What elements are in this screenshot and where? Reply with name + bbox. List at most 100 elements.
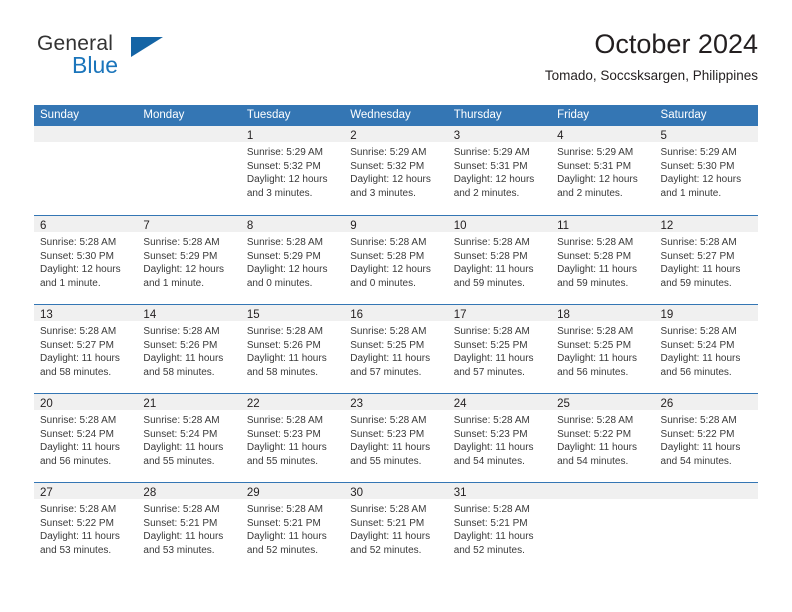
calendar-page: General Blue October 2024 Tomado, Soccsk… — [0, 0, 792, 612]
calendar-day-cell[interactable]: 8 Sunrise: 5:28 AM Sunset: 5:29 PM Daylight… — [240, 216, 345, 304]
day-number-band — [654, 483, 758, 499]
sunrise-text: Sunrise: 5:28 AM — [350, 415, 427, 426]
day-number-band: 23 — [344, 394, 448, 410]
sunrise-text: Sunrise: 5:28 AM — [557, 415, 634, 426]
day-number-band: 7 — [137, 216, 241, 232]
calendar-day-cell[interactable]: 16 Sunrise: 5:28 AM Sunset: 5:25 PM Dayligh… — [344, 305, 448, 393]
daylight-text-line2: and 55 minutes. — [143, 455, 215, 467]
page-header: General Blue October 2024 Tomado, Soccsk… — [34, 28, 758, 98]
calendar-day-cell[interactable]: 6 Sunrise: 5:28 AM Sunset: 5:30 PM Daylight… — [34, 216, 138, 304]
sunrise-text: Sunrise: 5:28 AM — [143, 237, 220, 248]
calendar-day-cell[interactable]: 4 Sunrise: 5:29 AM Sunset: 5:31 PM Daylight… — [551, 126, 655, 215]
calendar-day-cell[interactable]: 12 Sunrise: 5:28 AM Sunset: 5:27 PM Dayligh… — [654, 216, 758, 304]
calendar-week-row: 6 Sunrise: 5:28 AM Sunset: 5:30 PM Daylight… — [34, 215, 758, 304]
calendar-day-cell[interactable]: 28 Sunrise: 5:28 AM Sunset: 5:21 PM Dayligh… — [137, 483, 241, 571]
calendar-day-cell[interactable]: 25 Sunrise: 5:28 AM Sunset: 5:22 PM Dayligh… — [551, 394, 655, 482]
day-number: 2 — [350, 130, 357, 142]
day-sun-info: Sunrise: 5:28 AM Sunset: 5:27 PM Daylight:… — [34, 321, 137, 379]
calendar-day-cell[interactable]: 23 Sunrise: 5:28 AM Sunset: 5:23 PM Dayligh… — [344, 394, 448, 482]
sunrise-text: Sunrise: 5:28 AM — [143, 504, 220, 515]
daylight-text-line2: and 57 minutes. — [453, 366, 525, 378]
day-number-band — [34, 126, 138, 142]
daylight-text-line1: Daylight: 11 hours — [557, 264, 637, 276]
day-number-band: 21 — [137, 394, 241, 410]
day-number-band: 10 — [447, 216, 552, 232]
calendar-day-cell[interactable]: 31 Sunrise: 5:28 AM Sunset: 5:21 PM Dayligh… — [447, 483, 552, 571]
calendar-day-cell[interactable]: 14 Sunrise: 5:28 AM Sunset: 5:26 PM Dayligh… — [137, 305, 241, 393]
daylight-text-line1: Daylight: 11 hours — [350, 531, 431, 543]
daylight-text-line1: Daylight: 12 hours — [350, 174, 431, 186]
day-number-band: 14 — [137, 305, 241, 321]
daylight-text-line1: Daylight: 11 hours — [660, 442, 741, 454]
daylight-text-line1: Daylight: 12 hours — [40, 264, 121, 276]
sunrise-text: Sunrise: 5:28 AM — [453, 237, 530, 248]
daylight-text-line1: Daylight: 11 hours — [350, 442, 431, 454]
day-number: 21 — [143, 398, 157, 410]
daylight-text-line2: and 1 minute. — [40, 277, 101, 289]
calendar-day-cell[interactable]: 18 Sunrise: 5:28 AM Sunset: 5:25 PM Dayligh… — [551, 305, 655, 393]
day-number-band: 30 — [344, 483, 448, 499]
day-number: 20 — [40, 398, 53, 410]
sunrise-text: Sunrise: 5:28 AM — [246, 504, 323, 515]
calendar-day-cell[interactable]: 20 Sunrise: 5:28 AM Sunset: 5:24 PM Dayligh… — [34, 394, 138, 482]
sunset-text: Sunset: 5:32 PM — [246, 160, 321, 172]
day-number-band: 16 — [344, 305, 448, 321]
sunrise-text: Sunrise: 5:28 AM — [143, 415, 220, 426]
page-subtitle: Tomado, Soccsksargen, Philippines — [544, 68, 758, 83]
sunset-text: Sunset: 5:24 PM — [40, 428, 114, 440]
day-number: 25 — [557, 398, 570, 410]
sunset-text: Sunset: 5:21 PM — [143, 517, 218, 529]
calendar-day-cell[interactable]: 24 Sunrise: 5:28 AM Sunset: 5:23 PM Dayligh… — [447, 394, 552, 482]
daylight-text-line2: and 52 minutes. — [246, 544, 319, 556]
weekday-saturday: Saturday — [660, 109, 707, 121]
day-sun-info: Sunrise: 5:28 AM Sunset: 5:22 PM Daylight:… — [655, 410, 758, 468]
sunrise-text: Sunrise: 5:28 AM — [557, 237, 634, 248]
calendar-day-cell[interactable]: 9 Sunrise: 5:28 AM Sunset: 5:28 PM Daylight… — [344, 216, 448, 304]
calendar-day-cell[interactable]: 1 Sunrise: 5:29 AM Sunset: 5:32 PM Daylight… — [240, 126, 345, 215]
calendar-day-cell[interactable]: 3 Sunrise: 5:29 AM Sunset: 5:31 PM Daylight… — [447, 126, 552, 215]
calendar-weeks: 1 Sunrise: 5:29 AM Sunset: 5:32 PM Daylight… — [34, 126, 758, 571]
calendar-day-cell[interactable]: 27 Sunrise: 5:28 AM Sunset: 5:22 PM Dayligh… — [34, 483, 138, 571]
calendar-day-cell[interactable]: 10 Sunrise: 5:28 AM Sunset: 5:28 PM Dayligh… — [447, 216, 552, 304]
calendar-day-cell[interactable]: 7 Sunrise: 5:28 AM Sunset: 5:29 PM Daylight… — [137, 216, 241, 304]
daylight-text-line1: Daylight: 11 hours — [143, 353, 224, 365]
day-number-band: 17 — [447, 305, 552, 321]
daylight-text-line1: Daylight: 11 hours — [246, 353, 327, 365]
calendar-day-cell-empty — [551, 483, 655, 571]
daylight-text-line2: and 59 minutes. — [453, 277, 525, 289]
calendar-day-cell[interactable]: 5 Sunrise: 5:29 AM Sunset: 5:30 PM Daylight… — [654, 126, 758, 215]
sunset-text: Sunset: 5:22 PM — [40, 517, 114, 529]
day-sun-info: Sunrise: 5:28 AM Sunset: 5:21 PM Daylight:… — [448, 499, 551, 557]
sunset-text: Sunset: 5:27 PM — [660, 250, 735, 262]
generalblue-logo[interactable]: General Blue — [34, 32, 264, 94]
daylight-text-line1: Daylight: 11 hours — [246, 531, 327, 543]
calendar-day-cell[interactable]: 15 Sunrise: 5:28 AM Sunset: 5:26 PM Dayligh… — [240, 305, 345, 393]
daylight-text-line2: and 57 minutes. — [350, 366, 422, 378]
calendar-day-cell[interactable]: 22 Sunrise: 5:28 AM Sunset: 5:23 PM Dayligh… — [240, 394, 345, 482]
day-number: 12 — [660, 220, 674, 232]
day-number-band: 31 — [447, 483, 552, 499]
calendar-day-cell[interactable]: 2 Sunrise: 5:29 AM Sunset: 5:32 PM Daylight… — [344, 126, 448, 215]
daylight-text-line2: and 1 minute. — [660, 187, 722, 199]
calendar-day-cell[interactable]: 21 Sunrise: 5:28 AM Sunset: 5:24 PM Dayligh… — [137, 394, 241, 482]
day-sun-info: Sunrise: 5:28 AM Sunset: 5:24 PM Daylight:… — [34, 410, 137, 468]
day-number-band: 9 — [344, 216, 448, 232]
calendar-day-cell[interactable]: 30 Sunrise: 5:28 AM Sunset: 5:21 PM Dayligh… — [344, 483, 448, 571]
day-number: 13 — [40, 309, 53, 321]
day-number-band: 8 — [240, 216, 345, 232]
sunrise-text: Sunrise: 5:29 AM — [557, 147, 634, 158]
title-block: October 2024 Tomado, Soccsksargen, Phili… — [545, 28, 758, 86]
daylight-text-line1: Daylight: 12 hours — [660, 174, 742, 186]
weekday-friday: Friday — [557, 109, 590, 121]
calendar-day-cell[interactable]: 11 Sunrise: 5:28 AM Sunset: 5:28 PM Dayligh… — [551, 216, 655, 304]
calendar-day-cell[interactable]: 17 Sunrise: 5:28 AM Sunset: 5:25 PM Dayligh… — [447, 305, 552, 393]
sunset-text: Sunset: 5:29 PM — [246, 250, 321, 262]
day-sun-info: Sunrise: 5:28 AM Sunset: 5:29 PM Daylight:… — [241, 232, 344, 290]
day-sun-info: Sunrise: 5:28 AM Sunset: 5:30 PM Daylight:… — [34, 232, 137, 290]
daylight-text-line1: Daylight: 11 hours — [350, 353, 431, 365]
daylight-text-line2: and 54 minutes. — [453, 455, 525, 467]
calendar-day-cell[interactable]: 19 Sunrise: 5:28 AM Sunset: 5:24 PM Dayligh… — [654, 305, 758, 393]
calendar-day-cell[interactable]: 29 Sunrise: 5:28 AM Sunset: 5:21 PM Dayligh… — [240, 483, 345, 571]
calendar-day-cell[interactable]: 26 Sunrise: 5:28 AM Sunset: 5:22 PM Dayligh… — [654, 394, 758, 482]
calendar-day-cell[interactable]: 13 Sunrise: 5:28 AM Sunset: 5:27 PM Dayligh… — [34, 305, 138, 393]
